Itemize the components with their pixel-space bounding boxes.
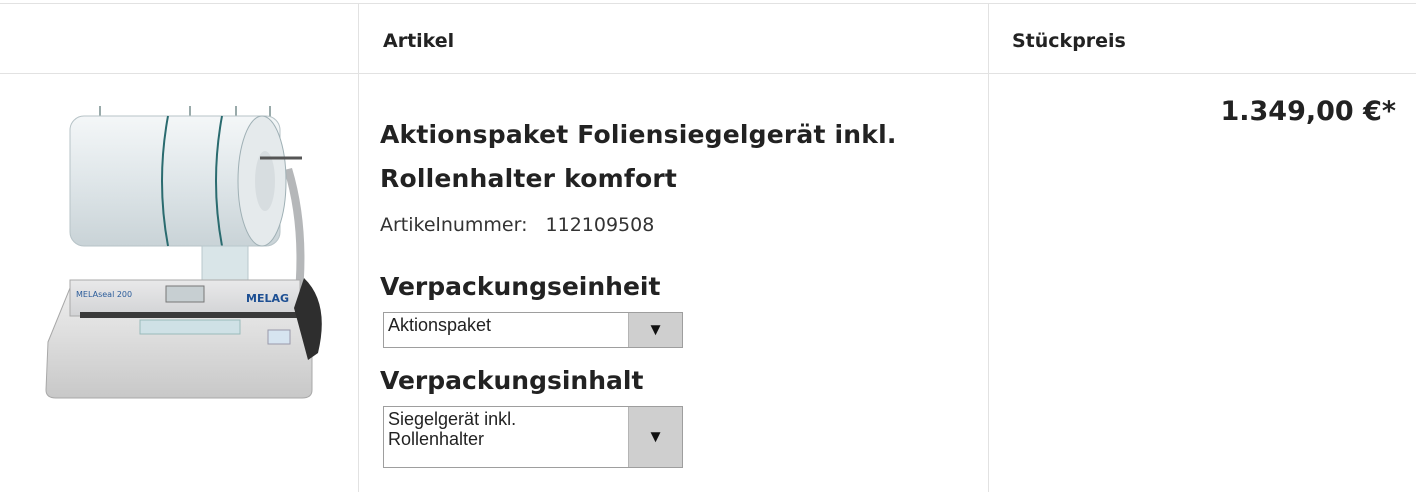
article-number-label: Artikelnummer: <box>380 214 528 236</box>
packaging-content-select-value: Siegelgerät inkl. Rollenhalter <box>388 409 517 449</box>
packaging-content-dropdown-button[interactable]: ▼ <box>628 407 682 467</box>
triangle-down-icon: ▼ <box>647 427 664 446</box>
unit-price: 1.349,00 €* <box>1220 96 1396 127</box>
table-header-divider <box>0 73 1416 74</box>
column-header-article: Artikel <box>383 30 455 52</box>
product-image[interactable]: MELAseal 200 MELAG <box>40 98 328 406</box>
article-number: Artikelnummer: 112109508 <box>380 214 654 236</box>
packaging-content-select[interactable]: Siegelgerät inkl. Rollenhalter ▼ <box>383 406 683 468</box>
column-header-unit-price: Stückpreis <box>1012 30 1126 52</box>
packaging-unit-dropdown-button[interactable]: ▼ <box>628 313 682 347</box>
product-image-model-text: MELAseal 200 <box>76 290 132 299</box>
product-title[interactable]: Aktionspaket Foliensiegelgerät inkl. Rol… <box>380 113 980 201</box>
packaging-unit-select[interactable]: Aktionspaket ▼ <box>383 312 683 348</box>
table-top-border <box>0 3 1416 4</box>
packaging-unit-select-value: Aktionspaket <box>388 315 492 335</box>
article-number-value: 112109508 <box>545 214 655 236</box>
option-label-packaging-content: Verpackungsinhalt <box>380 366 644 395</box>
cart-table: Artikel Stückpreis MELAseal 200 MELAG Ak… <box>0 0 1416 492</box>
product-image-brand-text: MELAG <box>246 292 289 305</box>
option-label-packaging-unit: Verpackungseinheit <box>380 272 661 301</box>
column-divider-price <box>988 3 989 492</box>
column-divider-image <box>358 3 359 492</box>
triangle-down-icon: ▼ <box>647 320 664 339</box>
